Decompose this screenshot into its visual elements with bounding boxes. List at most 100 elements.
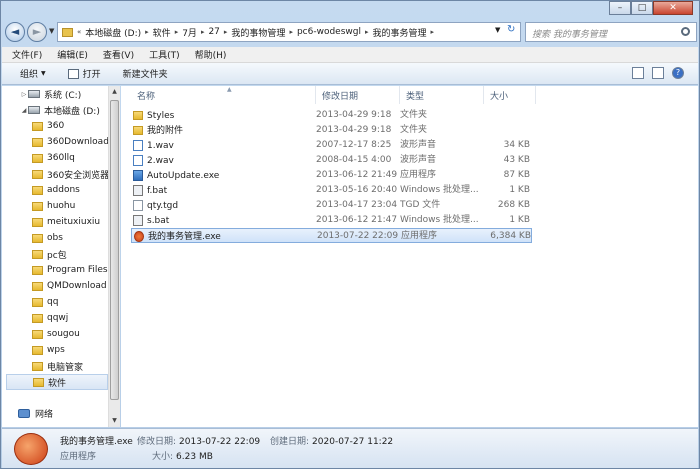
- file-name: 我的事务管理.exe: [148, 231, 221, 242]
- folder-icon: [32, 137, 43, 147]
- file-date: 2008-04-15 4:00: [316, 155, 392, 165]
- folder-icon: [33, 377, 44, 387]
- file-row[interactable]: 1.wav 2007-12-17 8:25 波形声音 34 KB: [131, 138, 532, 153]
- breadcrumb-item[interactable]: 7月: [179, 26, 200, 39]
- breadcrumb-item[interactable]: pc6-wodeswgl: [294, 27, 364, 37]
- scrollbar-thumb[interactable]: [110, 100, 119, 400]
- search-icon[interactable]: [681, 27, 690, 36]
- breadcrumb-item[interactable]: 软件: [150, 26, 174, 39]
- file-type: 应用程序: [401, 231, 438, 241]
- breadcrumb-item[interactable]: 我的事物管理: [228, 26, 288, 39]
- expand-arrow-icon[interactable]: ▷: [20, 91, 28, 98]
- search-input[interactable]: 搜索 我的事务管理: [525, 22, 697, 42]
- view-options-icon[interactable]: [632, 67, 644, 79]
- file-row-selected[interactable]: 我的事务管理.exe 2013-07-22 22:09 应用程序 6,384 K…: [131, 228, 532, 243]
- address-bar[interactable]: « 本地磁盘 (D:) ▸ 软件 ▸ 7月 ▸ 27 ▸ 我的事物管理 ▸ pc…: [57, 22, 521, 42]
- breadcrumb-item[interactable]: 我的事务管理: [369, 26, 429, 39]
- file-row[interactable]: s.bat 2013-06-12 21:47 Windows 批处理... 1 …: [131, 213, 532, 228]
- file-date: 2013-06-12 21:49: [316, 170, 398, 180]
- details-pane: 我的事务管理.exe 修改日期: 2013-07-22 22:09 创建日期: 20…: [2, 428, 698, 468]
- column-header-type[interactable]: 类型: [400, 86, 484, 104]
- file-date: 2013-04-17 23:04: [316, 200, 398, 210]
- file-icon: [133, 200, 143, 211]
- details-label: 大小:: [152, 452, 174, 462]
- nav-item-folder-selected[interactable]: 软件: [6, 374, 108, 390]
- menu-file[interactable]: 文件(F): [12, 48, 42, 61]
- open-icon: [67, 68, 79, 79]
- address-dropdown[interactable]: ▼: [495, 26, 500, 34]
- nav-item-label: 网络: [35, 409, 54, 420]
- menu-help[interactable]: 帮助(H): [195, 48, 227, 61]
- menu-view[interactable]: 查看(V): [103, 48, 134, 61]
- file-size: 34 KB: [503, 140, 530, 150]
- preview-pane-icon[interactable]: [652, 67, 664, 79]
- file-name-cell: 我的事务管理.exe: [134, 229, 309, 244]
- nav-scrollbar[interactable]: ▲ ▼: [108, 86, 120, 427]
- explorer-window: – □ ✕ ◄ ► ▼ « 本地磁盘 (D:) ▸ 软件 ▸ 7月 ▸ 27 ▸…: [0, 0, 700, 469]
- column-header-name[interactable]: 名称 ▲: [131, 86, 316, 104]
- breadcrumb-separator[interactable]: ▸: [430, 28, 436, 36]
- file-row[interactable]: qty.tgd 2013-04-17 23:04 TGD 文件 268 KB: [131, 198, 532, 213]
- menu-edit[interactable]: 编辑(E): [57, 48, 88, 61]
- nav-item-label: 360: [47, 121, 65, 131]
- breadcrumb-item[interactable]: 27: [205, 27, 222, 37]
- file-type: 波形声音: [400, 140, 437, 150]
- menu-tools[interactable]: 工具(T): [149, 48, 180, 61]
- forward-button[interactable]: ►: [27, 22, 47, 42]
- open-button[interactable]: 打开: [67, 67, 101, 80]
- scroll-up-icon[interactable]: ▲: [109, 86, 120, 98]
- search-placeholder: 搜索 我的事务管理: [532, 30, 607, 40]
- file-row[interactable]: f.bat 2013-05-16 20:40 Windows 批处理... 1 …: [131, 183, 532, 198]
- nav-item-folder[interactable]: 360安全浏览器: [32, 166, 108, 182]
- breadcrumb-item[interactable]: 本地磁盘 (D:): [82, 26, 144, 39]
- audio-file-icon: [133, 140, 143, 151]
- file-row[interactable]: AutoUpdate.exe 2013-06-12 21:49 应用程序 87 …: [131, 168, 532, 183]
- file-name-cell: 2.wav: [133, 153, 308, 168]
- minimize-button[interactable]: –: [609, 1, 631, 15]
- help-icon[interactable]: ?: [672, 67, 684, 79]
- file-size: [480, 108, 530, 123]
- file-row[interactable]: 2.wav 2008-04-15 4:00 波形声音 43 KB: [131, 153, 532, 168]
- folder-icon: [32, 297, 43, 307]
- column-header-size[interactable]: 大小: [484, 86, 536, 104]
- file-type: Windows 批处理...: [400, 215, 479, 225]
- column-label: 大小: [490, 91, 509, 102]
- file-name: f.bat: [147, 185, 168, 196]
- navigation-pane: ▷ 系统 (C:) ◢ 本地磁盘 (D:) 360 360Downloads 3…: [2, 86, 120, 427]
- file-name: 2.wav: [147, 155, 174, 166]
- organize-button[interactable]: 组织 ▼: [20, 67, 46, 80]
- nav-item-folder[interactable]: Program Files: [32, 262, 108, 278]
- file-size: 1 KB: [509, 215, 530, 225]
- folder-icon: [133, 111, 143, 120]
- file-size: 87 KB: [503, 170, 530, 180]
- file-size: 1 KB: [509, 185, 530, 195]
- scroll-down-icon[interactable]: ▼: [109, 415, 120, 427]
- refresh-icon[interactable]: ↻: [507, 24, 515, 35]
- details-modified: 修改日期: 2013-07-22 22:09: [137, 434, 260, 447]
- folder-icon: [32, 169, 43, 179]
- column-header-date[interactable]: 修改日期: [316, 86, 400, 104]
- app-icon: [134, 231, 144, 242]
- file-size: 268 KB: [497, 200, 530, 210]
- file-name: AutoUpdate.exe: [147, 170, 220, 181]
- nav-item-folder[interactable]: meituxiuxiu: [32, 214, 108, 230]
- app-icon: [14, 433, 48, 465]
- file-name: Styles: [147, 110, 175, 121]
- file-row[interactable]: 我的附件 2013-04-29 9:18 文件夹: [131, 123, 532, 138]
- back-button[interactable]: ◄: [5, 22, 25, 42]
- nav-item-label: 本地磁盘 (D:): [44, 106, 100, 117]
- folder-icon: [62, 27, 73, 37]
- file-type: Windows 批处理...: [400, 185, 479, 195]
- collapse-arrow-icon[interactable]: ◢: [20, 107, 28, 114]
- file-name: qty.tgd: [147, 200, 179, 211]
- file-row[interactable]: Styles 2013-04-29 9:18 文件夹: [131, 108, 532, 123]
- nav-item-label: sougou: [47, 329, 80, 339]
- maximize-button[interactable]: □: [631, 1, 653, 15]
- open-label: 打开: [82, 70, 101, 80]
- nav-item-folder[interactable]: QMDownload: [32, 278, 108, 294]
- new-folder-button[interactable]: 新建文件夹: [123, 67, 168, 80]
- close-button[interactable]: ✕: [653, 1, 693, 15]
- details-file-name: 我的事务管理.exe: [60, 437, 133, 447]
- nav-item-label: obs: [47, 233, 63, 243]
- history-dropdown[interactable]: ▼: [49, 27, 54, 35]
